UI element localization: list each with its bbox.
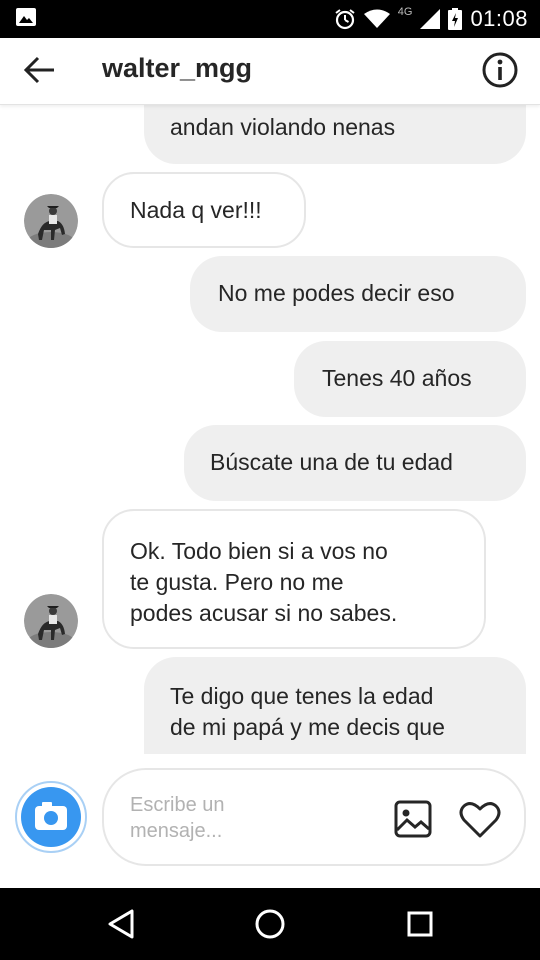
avatar[interactable] bbox=[24, 194, 78, 248]
gallery-notification-icon bbox=[16, 8, 36, 26]
message-line: podes acusar si no sabes. bbox=[130, 600, 398, 626]
message-text: Tenes 40 años bbox=[322, 365, 472, 391]
info-icon[interactable] bbox=[480, 50, 520, 90]
message-composer: Escribe un mensaje... bbox=[0, 754, 540, 888]
home-nav-icon[interactable] bbox=[252, 906, 288, 942]
message-text: andan violando nenas bbox=[170, 114, 396, 140]
message-text: Búscate una de tu edad bbox=[210, 449, 453, 475]
message-line: Ok. Todo bien si a vos no bbox=[130, 538, 388, 564]
clock: 01:08 bbox=[470, 6, 528, 31]
status-icons: 4G 01:08 bbox=[334, 0, 528, 38]
signal-icon bbox=[420, 9, 441, 29]
horse-rider-avatar-icon bbox=[24, 594, 78, 648]
message-line: te gusta. Pero no me bbox=[130, 569, 344, 595]
message-line: Te digo que tenes la edad bbox=[170, 683, 434, 709]
message-line: de mi papá y me decis que bbox=[170, 714, 445, 740]
outgoing-message[interactable]: Te digo que tenes la edad de mi papá y m… bbox=[144, 657, 526, 754]
outgoing-message[interactable]: Búscate una de tu edad bbox=[184, 425, 526, 501]
message-thread[interactable]: andan violando nenas Nada q ver!!! No me… bbox=[0, 104, 540, 754]
status-bar: 4G 01:08 bbox=[0, 0, 540, 38]
back-nav-icon[interactable] bbox=[102, 906, 138, 942]
recents-nav-icon[interactable] bbox=[402, 906, 438, 942]
incoming-message[interactable]: Nada q ver!!! bbox=[102, 172, 306, 248]
message-input-placeholder: Escribe un mensaje... bbox=[130, 792, 330, 844]
chat-header: walter_mgg bbox=[0, 38, 540, 105]
battery-icon bbox=[448, 8, 463, 30]
back-arrow-icon[interactable] bbox=[22, 52, 58, 88]
wifi-icon bbox=[363, 9, 390, 28]
horse-rider-avatar-icon bbox=[24, 194, 78, 248]
outgoing-message[interactable]: andan violando nenas bbox=[144, 104, 526, 164]
placeholder-line: mensaje... bbox=[130, 820, 223, 842]
message-text: No me podes decir eso bbox=[218, 280, 455, 306]
network-type: 4G bbox=[397, 6, 413, 18]
heart-icon[interactable] bbox=[458, 798, 502, 840]
outgoing-message[interactable]: Tenes 40 años bbox=[294, 341, 526, 417]
camera-button[interactable] bbox=[14, 780, 88, 854]
avatar[interactable] bbox=[24, 594, 78, 648]
incoming-message[interactable]: Ok. Todo bien si a vos no te gusta. Pero… bbox=[102, 509, 486, 649]
conversation-username[interactable]: walter_mgg bbox=[102, 50, 252, 86]
system-navigation-bar bbox=[0, 888, 540, 960]
message-input[interactable]: Escribe un mensaje... bbox=[102, 768, 526, 866]
placeholder-line: Escribe un bbox=[130, 794, 225, 816]
message-text: Nada q ver!!! bbox=[130, 197, 262, 223]
gallery-icon[interactable] bbox=[392, 798, 434, 840]
alarm-icon bbox=[335, 9, 355, 30]
outgoing-message[interactable]: No me podes decir eso bbox=[190, 256, 526, 332]
